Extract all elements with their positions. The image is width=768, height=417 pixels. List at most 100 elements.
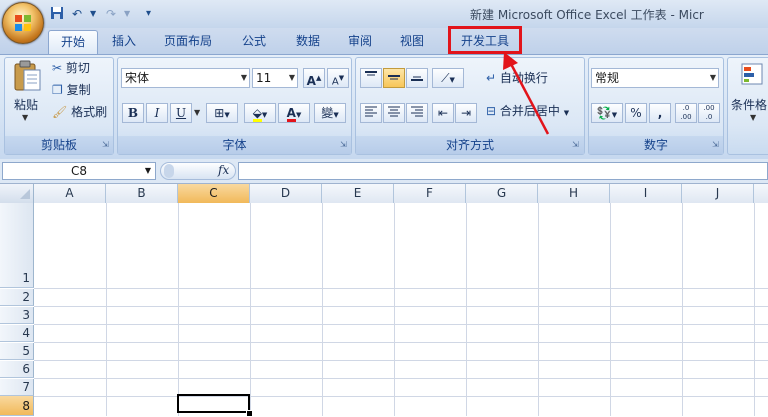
- increase-decimal-button[interactable]: .0 .00: [675, 103, 697, 123]
- align-right-button[interactable]: [406, 103, 428, 123]
- font-name-dropdown[interactable]: 宋体 ▼: [121, 68, 250, 88]
- row-header-2[interactable]: 2: [0, 289, 34, 306]
- number-launcher-icon[interactable]: ⇲: [712, 140, 721, 149]
- decrease-indent-button[interactable]: ⇤: [432, 103, 454, 123]
- undo-dropdown-icon[interactable]: ▼: [90, 6, 96, 22]
- font-name-value: 宋体: [125, 71, 150, 85]
- font-color-button[interactable]: A▼: [278, 103, 310, 123]
- name-box[interactable]: C8 ▼: [2, 162, 156, 180]
- clipboard-launcher-icon[interactable]: ⇲: [102, 140, 111, 149]
- customize-qat-icon[interactable]: ▾: [146, 6, 151, 22]
- column-header-e[interactable]: E: [322, 184, 394, 203]
- grid-line: [34, 342, 768, 343]
- increase-indent-icon: ⇥: [460, 106, 472, 120]
- chevron-down-icon: ▼: [240, 73, 247, 82]
- tab-insert[interactable]: 插入: [104, 30, 144, 53]
- column-header-d[interactable]: D: [250, 184, 322, 203]
- format-painter-button[interactable]: 🖌 格式刷: [52, 102, 107, 122]
- paste-dropdown-icon[interactable]: ▼: [22, 113, 28, 122]
- tab-view[interactable]: 视图: [390, 30, 434, 53]
- insert-function-button[interactable]: fx: [218, 163, 229, 177]
- conditional-format-button[interactable]: 条件格: [731, 95, 767, 115]
- cell-grid[interactable]: [34, 203, 768, 416]
- column-header-j[interactable]: J: [682, 184, 754, 203]
- grid-line: [754, 203, 755, 416]
- align-top-button[interactable]: [360, 68, 382, 88]
- row-header-7[interactable]: 7: [0, 379, 34, 396]
- chevron-down-icon: ▼: [563, 109, 570, 117]
- save-icon[interactable]: [50, 6, 64, 22]
- accounting-format-button[interactable]: 💱▼: [591, 103, 623, 123]
- shrink-font-button[interactable]: A▼: [327, 68, 349, 88]
- tab-formulas[interactable]: 公式: [232, 30, 276, 53]
- column-header-k[interactable]: [754, 184, 768, 203]
- orientation-button[interactable]: ⟋▼: [432, 68, 464, 88]
- grid-line: [106, 203, 107, 416]
- decrease-indent-icon: ⇤: [437, 106, 449, 120]
- copy-button[interactable]: ❐ 复制: [52, 80, 91, 100]
- conditional-format-icon[interactable]: [740, 62, 764, 86]
- row-header-4[interactable]: 4: [0, 325, 34, 342]
- cut-button[interactable]: ✂ 剪切: [52, 58, 90, 78]
- formula-input[interactable]: [238, 162, 768, 180]
- column-header-f[interactable]: F: [394, 184, 466, 203]
- number-format-dropdown[interactable]: 常规 ▼: [591, 68, 719, 88]
- column-header-a[interactable]: A: [34, 184, 106, 203]
- align-middle-button[interactable]: [383, 68, 405, 88]
- bold-button[interactable]: B: [122, 103, 144, 123]
- row-header-3[interactable]: 3: [0, 307, 34, 324]
- office-logo-icon: [15, 15, 31, 31]
- decrease-decimal-button[interactable]: .00 .0: [698, 103, 720, 123]
- column-header-g[interactable]: G: [466, 184, 538, 203]
- grow-font-button[interactable]: A▲: [303, 68, 325, 88]
- italic-button[interactable]: I: [146, 103, 168, 123]
- fill-color-button[interactable]: ⬙▼: [244, 103, 276, 123]
- chevron-down-icon: ▼: [288, 73, 295, 82]
- column-header-h[interactable]: H: [538, 184, 610, 203]
- undo-icon[interactable]: ↶: [72, 6, 82, 22]
- percent-style-button[interactable]: %: [625, 103, 647, 123]
- grid-line: [34, 396, 768, 397]
- row-header-5[interactable]: 5: [0, 343, 34, 360]
- chevron-down-icon: ▼: [261, 111, 268, 119]
- active-cell-c8[interactable]: [177, 394, 250, 413]
- underline-button[interactable]: U: [170, 103, 192, 123]
- tab-review[interactable]: 审阅: [338, 30, 382, 53]
- borders-button[interactable]: ⊞▼: [206, 103, 238, 123]
- chevron-down-icon: ▼: [611, 111, 618, 119]
- copy-icon: ❐: [52, 83, 63, 97]
- redo-dropdown-icon[interactable]: ▼: [124, 6, 130, 22]
- paste-button[interactable]: 粘贴: [14, 95, 38, 115]
- number-format-value: 常规: [595, 71, 620, 85]
- column-header-c[interactable]: C: [178, 184, 250, 203]
- tab-data[interactable]: 数据: [286, 30, 330, 53]
- row-header-8[interactable]: 8: [0, 396, 34, 416]
- align-left-button[interactable]: [360, 103, 382, 123]
- grid-line: [322, 203, 323, 416]
- office-button[interactable]: [2, 2, 44, 44]
- font-size-dropdown[interactable]: 11 ▼: [252, 68, 298, 88]
- conditional-format-dropdown-icon[interactable]: ▼: [750, 113, 756, 122]
- phonetic-button[interactable]: 變▼: [314, 103, 346, 123]
- comma-style-button[interactable]: ,: [649, 103, 671, 123]
- grid-line: [250, 203, 251, 416]
- redo-icon[interactable]: ↷: [106, 6, 116, 22]
- align-top-icon: [365, 71, 377, 76]
- font-launcher-icon[interactable]: ⇲: [340, 140, 349, 149]
- alignment-launcher-icon[interactable]: ⇲: [572, 140, 581, 149]
- formula-bar-handle-icon[interactable]: [164, 164, 174, 178]
- align-right-icon: [411, 106, 423, 117]
- column-header-b[interactable]: B: [106, 184, 178, 203]
- scissors-icon: ✂: [52, 61, 63, 75]
- row-header-1[interactable]: 1: [0, 203, 34, 288]
- column-header-i[interactable]: I: [610, 184, 682, 203]
- paste-icon[interactable]: [12, 60, 42, 92]
- tab-home[interactable]: 开始: [48, 30, 98, 54]
- increase-indent-button[interactable]: ⇥: [455, 103, 477, 123]
- align-middle-icon: [388, 75, 400, 80]
- align-bottom-button[interactable]: [406, 68, 428, 88]
- underline-dropdown-icon[interactable]: ▼: [194, 108, 200, 117]
- row-header-6[interactable]: 6: [0, 361, 34, 378]
- tab-page-layout[interactable]: 页面布局: [156, 30, 220, 53]
- align-center-button[interactable]: [383, 103, 405, 123]
